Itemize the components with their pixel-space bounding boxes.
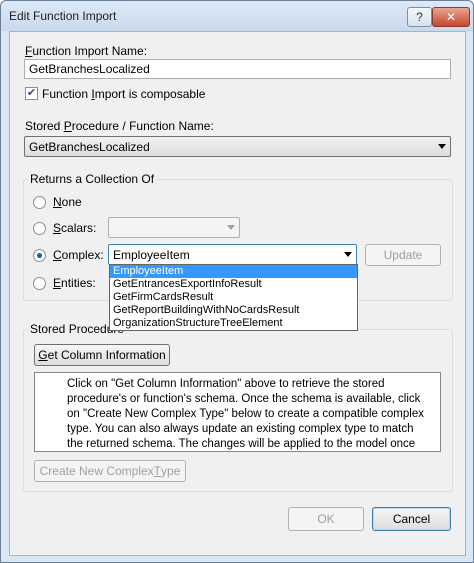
stored-procedure-combo[interactable]: GetBranchesLocalized [24, 136, 451, 157]
stored-procedure-label: Stored Procedure / Function Name: [25, 119, 214, 133]
help-button[interactable]: ? [407, 7, 432, 27]
stored-procedure-value: GetBranchesLocalized [29, 140, 150, 154]
dialog-client-area: Function Import Name: GetBranchesLocaliz… [9, 31, 466, 556]
checkmark-icon: ✔ [26, 87, 37, 99]
dropdown-item[interactable]: EmployeeItem [110, 265, 357, 278]
chevron-down-icon [438, 144, 446, 149]
cancel-button[interactable]: Cancel [372, 507, 451, 531]
composable-label[interactable]: Function Import is composable [42, 87, 205, 101]
close-button[interactable]: ✕ [432, 7, 470, 27]
radio-scalars[interactable] [33, 222, 46, 235]
dropdown-item[interactable]: OrganizationStructureTreeElement [110, 317, 357, 330]
chevron-down-icon [344, 252, 352, 257]
scalars-combo[interactable] [108, 217, 240, 238]
chevron-down-icon [227, 225, 235, 230]
update-button[interactable]: Update [365, 244, 441, 266]
radio-none[interactable] [33, 196, 46, 209]
complex-type-combo[interactable]: EmployeeItem [108, 244, 357, 265]
edit-function-import-window: Edit Function Import ? ✕ Function Import… [0, 0, 474, 563]
window-title: Edit Function Import [9, 9, 117, 23]
dropdown-item[interactable]: GetReportBuildingWithNoCardsResult [110, 304, 357, 317]
radio-complex-label[interactable]: Complex: [53, 248, 104, 262]
complex-type-dropdown-list: EmployeeItem GetEntrancesExportInfoResul… [109, 264, 358, 331]
radio-none-label[interactable]: None [53, 195, 82, 209]
dropdown-item[interactable]: GetEntrancesExportInfoResult [110, 278, 357, 291]
complex-type-value: EmployeeItem [113, 248, 190, 262]
function-import-name-input[interactable]: GetBranchesLocalized [24, 59, 451, 79]
radio-complex[interactable] [33, 249, 46, 262]
dropdown-item[interactable]: GetFirmCardsResult [110, 291, 357, 304]
title-bar[interactable]: Edit Function Import ? ✕ [1, 1, 473, 31]
returns-collection-title: Returns a Collection Of [28, 172, 157, 186]
column-info-text-area: Click on "Get Column Information" above … [34, 372, 441, 452]
radio-scalars-label[interactable]: Scalars: [53, 221, 96, 235]
function-import-name-label: Function Import Name: [25, 44, 148, 58]
composable-checkbox[interactable]: ✔ [25, 87, 38, 100]
create-new-complex-type-button[interactable]: Create New Complex Type [34, 460, 186, 482]
get-column-information-button[interactable]: Get Column Information [34, 344, 170, 366]
ok-button[interactable]: OK [288, 507, 364, 531]
radio-entities[interactable] [33, 277, 46, 290]
radio-entities-label[interactable]: Entities: [53, 276, 96, 290]
